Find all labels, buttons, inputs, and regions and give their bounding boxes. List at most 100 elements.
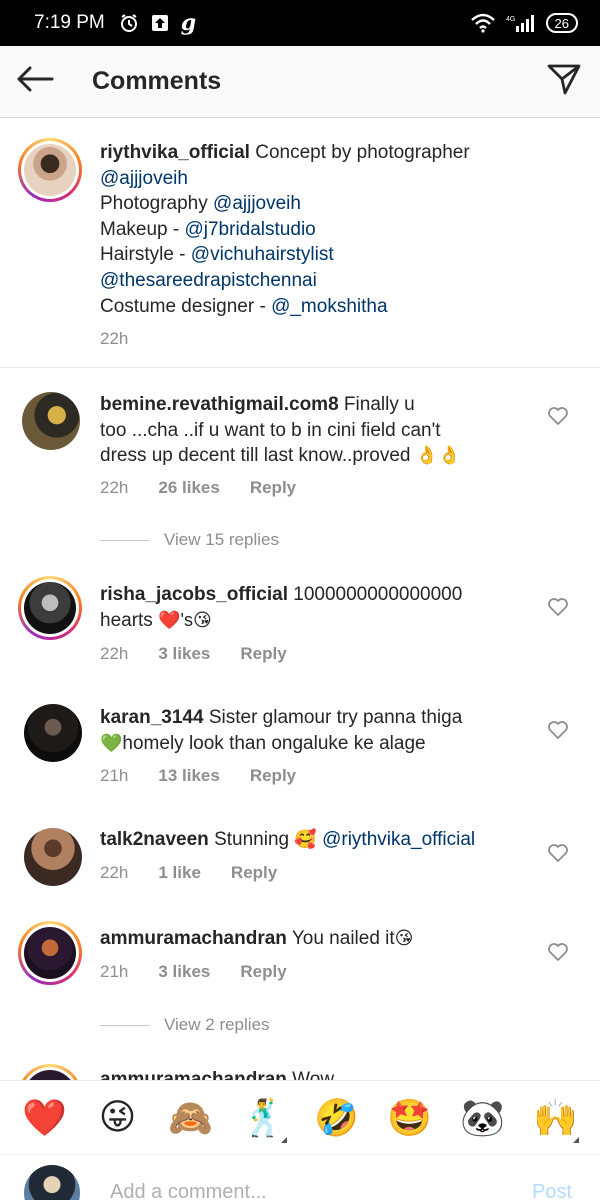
mention-link[interactable]: @ajjjoveih [100, 168, 188, 189]
network-type-label: 4G [506, 16, 515, 23]
view-replies-button[interactable]: View 15 replies [100, 530, 279, 550]
caption-line-3: Photography [100, 193, 214, 215]
reply-button[interactable]: Reply [250, 766, 296, 786]
page-title: Comments [92, 67, 222, 95]
comment-meta: 22h 1 like Reply [100, 863, 307, 883]
comment-meta: 22h 3 likes Reply [100, 644, 317, 664]
avatar-image [24, 582, 76, 634]
comment-body: dress up decent till last know..proved [100, 445, 416, 467]
emoji-panda-button[interactable]: 🐼 [454, 1089, 512, 1147]
wifi-icon [470, 13, 496, 33]
comment-username[interactable]: bemine.revathigmail.com8 [100, 394, 339, 415]
likes-count[interactable]: 3 likes [158, 644, 210, 664]
comment-text: ammuramachandran You nailed it😘 [100, 926, 413, 952]
reply-button[interactable]: Reply [231, 863, 277, 883]
comments-header: Comments [0, 46, 600, 118]
commenter-avatar[interactable] [24, 704, 82, 762]
heart-outline-icon [547, 843, 569, 868]
variant-indicator [280, 1136, 287, 1143]
status-time: 7:19 PM [34, 12, 105, 33]
mention-link[interactable]: @_mokshitha [271, 296, 387, 317]
heart-outline-icon [547, 942, 569, 967]
comment-username[interactable]: risha_jacobs_official [100, 584, 288, 605]
divider-line [100, 1024, 150, 1026]
emoji-winking-tongue-button[interactable]: 😜 [89, 1089, 147, 1147]
emoji-rofl-button[interactable]: 🤣 [308, 1089, 366, 1147]
likes-count[interactable]: 26 likes [158, 478, 219, 498]
post-caption: riythvika_official Concept by photograph… [0, 118, 600, 368]
raised-hands-emoji: 🙌 [533, 1097, 578, 1139]
comment-username[interactable]: ammuramachandran [100, 1069, 287, 1080]
arrow-left-icon [16, 66, 54, 97]
post-button[interactable]: Post [532, 1181, 572, 1200]
caption-username[interactable]: riythvika_official [100, 142, 250, 163]
signal-icon: 4G [506, 13, 536, 33]
reply-button[interactable]: Reply [240, 644, 286, 664]
comment-body: hearts [100, 609, 159, 631]
kiss-emoji: 😘 [394, 928, 414, 948]
like-comment-button[interactable] [546, 942, 570, 966]
smiling-hearts-emoji: 🥰 [294, 829, 317, 849]
commenter-avatar[interactable] [24, 828, 82, 886]
avatar-image [24, 144, 76, 196]
emoji-see-no-evil-button[interactable]: 🙈 [162, 1089, 220, 1147]
mention-link[interactable]: @vichuhairstylist [191, 244, 334, 265]
view-replies-label: View 2 replies [164, 1015, 270, 1034]
divider-line [100, 539, 150, 541]
mention-link[interactable]: @riythvika_official [317, 829, 475, 850]
comment-body: too ...cha ..if u want to b in cini fiel… [100, 419, 441, 441]
mention-link[interactable]: @ajjjoveih [213, 193, 301, 214]
comment-input[interactable] [110, 1181, 490, 1200]
quick-emoji-bar: ❤️ 😜 🙈 🕺 🤣 🤩 🐼 🙌 [0, 1080, 600, 1154]
dancer-emoji: 🕺 [241, 1097, 286, 1139]
direct-share-button[interactable] [528, 46, 600, 118]
comment-text: talk2naveen Stunning 🥰 @riythvika_offici… [100, 827, 475, 853]
upload-icon [151, 14, 169, 32]
back-button[interactable] [0, 46, 70, 118]
carrier-g-icon: g [180, 10, 197, 36]
caption-text: riythvika_official Concept by photograph… [100, 140, 470, 319]
comment-username[interactable]: ammuramachandran [100, 928, 287, 949]
mention-link[interactable]: @j7bridalstudio [184, 219, 315, 240]
like-comment-button[interactable] [546, 843, 570, 867]
heart-outline-icon [547, 406, 569, 431]
likes-count[interactable]: 1 like [158, 863, 201, 883]
comment-body: Stunning [208, 829, 295, 850]
commenter-avatar[interactable] [18, 1064, 82, 1080]
battery-indicator: 26 [545, 13, 578, 33]
green-heart-emoji: 💚 [100, 732, 123, 753]
comment-meta: 21h 13 likes Reply [100, 766, 326, 786]
emoji-heart-button[interactable]: ❤️ [16, 1089, 74, 1147]
commenter-avatar[interactable] [18, 576, 82, 640]
comment-time: 21h [100, 766, 129, 785]
caption-line-4: Makeup - [100, 218, 185, 240]
current-user-avatar [24, 1165, 80, 1200]
reply-button[interactable]: Reply [250, 478, 296, 498]
comment-username[interactable]: karan_3144 [100, 707, 204, 728]
commenter-avatar[interactable] [18, 921, 82, 985]
likes-count[interactable]: 3 likes [158, 962, 210, 982]
paper-plane-icon [547, 63, 581, 100]
emoji-star-struck-button[interactable]: 🤩 [381, 1089, 439, 1147]
comment-meta: 22h 26 likes Reply [100, 478, 326, 498]
heart-outline-icon [547, 597, 569, 622]
commenter-avatar[interactable] [22, 392, 80, 450]
emoji-dancer-button[interactable]: 🕺 [235, 1089, 293, 1147]
mention-link[interactable]: @thesareedrapistchennai [100, 270, 317, 291]
likes-count[interactable]: 13 likes [158, 766, 219, 786]
like-comment-button[interactable] [546, 406, 570, 430]
comment-body: Sister glamour try panna thiga [203, 707, 463, 728]
heart-outline-icon [547, 720, 569, 745]
comment-username[interactable]: talk2naveen [100, 829, 209, 850]
comment-time: 22h [100, 478, 129, 497]
reply-button[interactable]: Reply [240, 962, 286, 982]
caption-line-5: Hairstyle - [100, 244, 191, 266]
comment-body: homely look than ongaluke ke alage [122, 732, 426, 754]
emoji-raised-hands-button[interactable]: 🙌 [527, 1089, 585, 1147]
caption-avatar[interactable] [18, 138, 82, 202]
like-comment-button[interactable] [546, 597, 570, 621]
status-system-icons: 4G 26 [470, 13, 578, 33]
like-comment-button[interactable] [546, 720, 570, 744]
comment-time: 22h [100, 644, 129, 663]
view-replies-button[interactable]: View 2 replies [100, 1015, 270, 1035]
